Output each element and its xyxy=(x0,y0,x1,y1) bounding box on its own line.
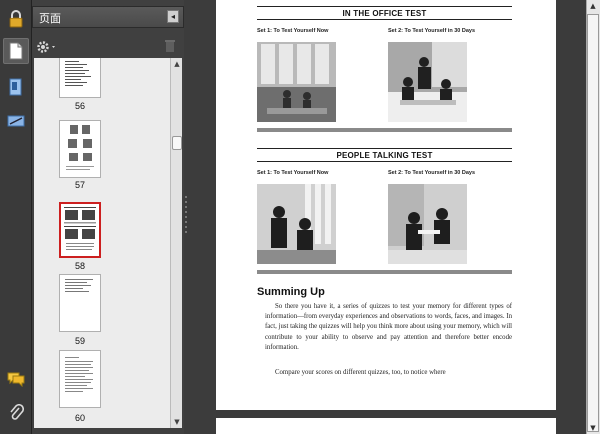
summing-up-heading: Summing Up xyxy=(257,286,325,298)
summing-up-paragraph-2: Compare your scores on different quizzes… xyxy=(275,369,446,376)
page-gap xyxy=(216,410,556,418)
attachment-icon[interactable] xyxy=(3,400,29,426)
bookmark-icon[interactable] xyxy=(3,74,29,100)
set2-label: Set 2: To Test Yourself in 30 Days xyxy=(388,28,476,34)
summing-up-paragraph: So there you have it, a series of quizze… xyxy=(265,303,512,351)
panel-collapse-button[interactable]: ◂ xyxy=(167,10,179,23)
comment-icon[interactable] xyxy=(3,366,29,392)
scroll-down-arrow-icon[interactable]: ▼ xyxy=(171,416,183,428)
set2-label: Set 2: To Test Yourself in 30 Days xyxy=(388,170,476,176)
section-title-people: PEOPLE TALKING TEST xyxy=(336,151,433,160)
set1-label: Set 1: To Test Yourself Now xyxy=(257,170,329,176)
thumbnail-scrollbar[interactable]: ▲ ▼ xyxy=(170,58,182,428)
section-rule xyxy=(257,161,512,162)
thumbnail-page-59[interactable] xyxy=(59,274,101,332)
page-number: 58 xyxy=(74,261,85,271)
page-number: 56 xyxy=(74,101,85,111)
section-title-office: IN THE OFFICE TEST xyxy=(342,9,427,18)
document-scrollbar-thumb[interactable] xyxy=(587,14,599,432)
page-number: 57 xyxy=(74,180,85,190)
section-divider xyxy=(257,270,512,274)
document-scrollbar[interactable]: ▲ ▼ xyxy=(586,0,600,434)
left-toolbar xyxy=(0,0,32,434)
set1-label: Set 1: To Test Yourself Now xyxy=(257,28,329,34)
trash-icon[interactable] xyxy=(164,38,176,57)
document-view[interactable]: IN THE OFFICE TEST Set 1: To Test Yourse… xyxy=(216,0,556,434)
scroll-up-arrow-icon[interactable]: ▲ xyxy=(587,0,599,12)
people-photo-set1 xyxy=(257,184,336,264)
document-next-page xyxy=(216,418,556,434)
splitter-grip-icon[interactable] xyxy=(184,196,188,236)
thumbnail-page-58[interactable] xyxy=(59,202,101,258)
office-photo-set1 xyxy=(257,42,336,122)
section-rule xyxy=(257,6,512,7)
signature-icon[interactable] xyxy=(3,108,29,134)
scroll-up-arrow-icon[interactable]: ▲ xyxy=(171,58,183,70)
panel-header: 页面 ◂ xyxy=(32,6,184,28)
thumbnail-page-57[interactable] xyxy=(59,120,101,178)
section-rule xyxy=(257,19,512,20)
page-thumbnails-panel: 页面 ◂ 56 57 58 59 60 ▲ ▼ xyxy=(32,0,184,434)
pdf-reader-window: 页面 ◂ 56 57 58 59 60 ▲ ▼ IN THE OFFICE TE… xyxy=(0,0,600,434)
page-number: 59 xyxy=(74,336,85,346)
panel-title: 页面 xyxy=(39,12,61,25)
office-photo-set2 xyxy=(388,42,467,122)
panel-splitter[interactable] xyxy=(184,0,216,434)
lock-icon[interactable] xyxy=(3,6,29,32)
section-rule xyxy=(257,148,512,149)
thumbnail-page-60[interactable] xyxy=(59,350,101,408)
page-thumbnails-icon[interactable] xyxy=(3,38,29,64)
page-number: 60 xyxy=(74,413,85,423)
thumbnail-page-56[interactable] xyxy=(59,58,101,98)
people-photo-set2 xyxy=(388,184,467,264)
scroll-down-arrow-icon[interactable]: ▼ xyxy=(587,422,599,434)
gear-icon[interactable] xyxy=(36,39,58,58)
thumbnail-list[interactable]: 56 57 58 59 60 xyxy=(34,58,170,428)
document-page: IN THE OFFICE TEST Set 1: To Test Yourse… xyxy=(216,0,556,410)
document-scrollbar-area: ▲ ▼ xyxy=(556,0,600,434)
section-divider xyxy=(257,128,512,132)
panel-tools xyxy=(32,36,184,58)
scrollbar-thumb[interactable] xyxy=(172,136,182,150)
